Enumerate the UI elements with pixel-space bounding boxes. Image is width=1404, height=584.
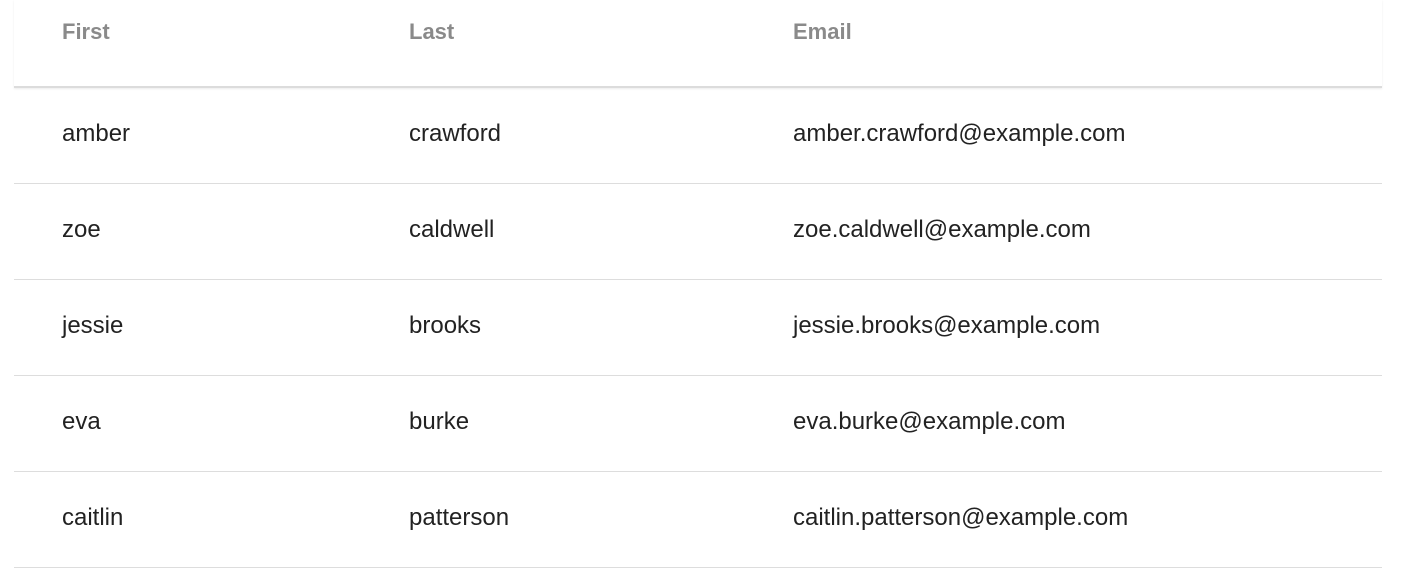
cell-last-name: caldwell xyxy=(409,216,495,243)
cell-email: caitlin.patterson@example.com xyxy=(793,504,1129,531)
cell-email: eva.burke@example.com xyxy=(793,408,1066,435)
cell-email: amber.crawford@example.com xyxy=(793,120,1126,147)
table-row[interactable]: eva burke eva.burke@example.com xyxy=(14,376,1382,472)
cell-first-name: amber xyxy=(62,120,131,147)
table-row[interactable]: caitlin patterson caitlin.patterson@exam… xyxy=(14,472,1382,568)
cell-last-name: patterson xyxy=(409,504,510,531)
cell-last-name: crawford xyxy=(409,120,502,147)
column-header-last[interactable]: Last xyxy=(409,19,454,45)
table-row[interactable]: amber crawford amber.crawford@example.co… xyxy=(14,88,1382,184)
cell-last-name: brooks xyxy=(409,312,482,339)
table-header: First Last Email xyxy=(14,0,1382,88)
cell-first-name: zoe xyxy=(62,216,101,243)
column-header-first[interactable]: First xyxy=(62,19,110,45)
cell-email: zoe.caldwell@example.com xyxy=(793,216,1091,243)
cell-first-name: jessie xyxy=(62,312,124,339)
cell-first-name: caitlin xyxy=(62,504,124,531)
table-row[interactable]: zoe caldwell zoe.caldwell@example.com xyxy=(14,184,1382,280)
cell-last-name: burke xyxy=(409,408,470,435)
table-row[interactable]: jessie brooks jessie.brooks@example.com xyxy=(14,280,1382,376)
cell-email: jessie.brooks@example.com xyxy=(793,312,1101,339)
users-table: First Last Email amber crawford amber.cr… xyxy=(14,0,1382,568)
cell-first-name: eva xyxy=(62,408,101,435)
column-header-email[interactable]: Email xyxy=(793,19,852,45)
